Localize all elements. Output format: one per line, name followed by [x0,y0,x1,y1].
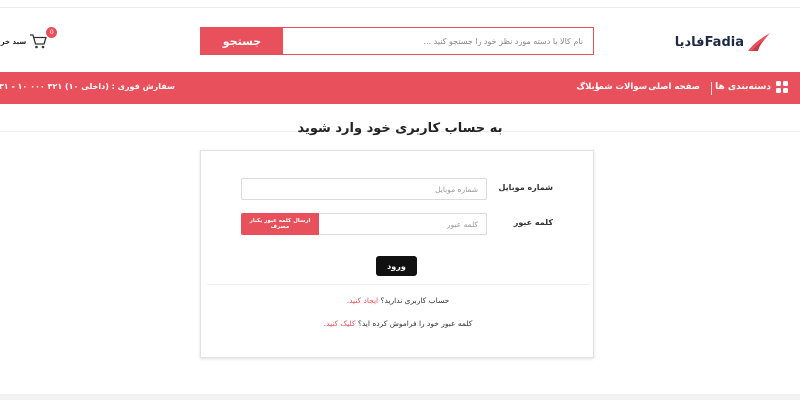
forgot-message: کلمه عبور خود را فراموش کرده اید؟ کلیک ک… [201,319,595,328]
card-divider [207,284,589,285]
top-border [0,0,800,8]
categories-label: دسته‌بندی ها [715,82,771,92]
cart-button[interactable]: سبد خرید 0 [0,27,58,52]
register-message: حساب کاربری ندارید؟ ایجاد کنید. [201,296,595,305]
nav-link-blog[interactable]: وبلاگ [576,82,600,92]
nav-link-home[interactable]: صفحه اصلی [648,82,700,92]
page-title: به حساب کاربری خود وارد شوید [297,121,503,136]
password-label: کلمه عبور [513,218,553,227]
cart-count-badge: 0 [46,27,58,38]
mobile-label: شماره موبایل [498,183,553,192]
login-button[interactable]: ورود [376,256,417,276]
send-otp-button[interactable]: ارسال کلمه عبور یکبار مصرف [241,213,319,235]
search-button[interactable]: جستجو [201,28,283,54]
grid-icon [776,81,788,93]
nav-divider [711,82,712,95]
password-input[interactable] [319,213,487,235]
register-link[interactable]: ایجاد کنید. [347,296,378,305]
search-bar: جستجو [200,27,594,55]
cart-icon-wrapper: 0 [29,27,58,51]
login-card: شماره موبایل کلمه عبور ارسال کلمه عبور ی… [200,150,594,358]
cart-icon [30,34,47,49]
logo-mark-icon [748,33,770,51]
order-phone-text: سفارش فوری : (داخلی ۱۰) ۳۲۱ ۰۰۰ ۱۰ - ۰۳۱ [0,82,175,91]
forgot-text: کلمه عبور خود را فراموش کرده اید؟ [357,319,473,328]
categories-menu[interactable]: دسته‌بندی ها [715,81,788,93]
search-input[interactable] [283,28,593,54]
footer-band [0,394,800,400]
nav-link-faq[interactable]: سوالات شما [595,82,647,92]
site-header: Fadiaفادیا جستجو سبد خرید 0 [0,8,800,72]
cart-label: سبد خرید [0,38,27,46]
main-nav: دسته‌بندی ها صفحه اصلی سوالات شما وبلاگ … [0,72,800,104]
site-logo[interactable]: Fadiaفادیا [675,30,772,54]
no-account-text: حساب کاربری ندارید؟ [380,296,450,305]
mobile-input[interactable] [241,178,487,200]
logo-text: Fadiaفادیا [674,34,744,50]
forgot-password-link[interactable]: کلیک کنید. [324,319,356,328]
